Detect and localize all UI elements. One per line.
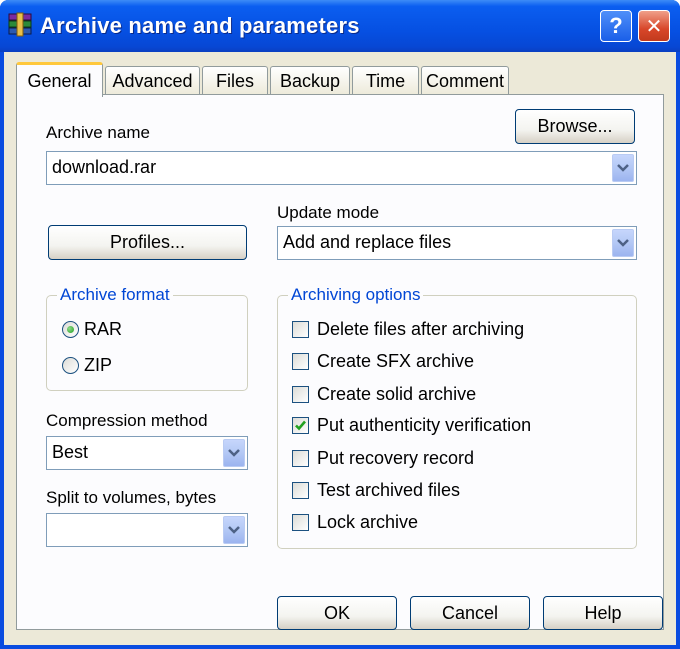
profiles-button[interactable]: Profiles... xyxy=(48,225,247,260)
archive-name-combo[interactable]: download.rar xyxy=(46,151,637,185)
help-button[interactable]: Help xyxy=(543,596,663,630)
checkbox-recovery-record[interactable]: Put recovery record xyxy=(292,448,474,469)
archive-format-title: Archive format xyxy=(57,285,173,305)
compression-method-label: Compression method xyxy=(46,411,208,430)
window-title: Archive name and parameters xyxy=(40,13,360,38)
checkbox-icon[interactable] xyxy=(292,482,309,499)
update-mode-select[interactable]: Add and replace files xyxy=(277,226,637,260)
archiving-options-group: Archiving options Delete files after arc… xyxy=(277,285,637,549)
update-mode-value: Add and replace files xyxy=(283,232,452,252)
chevron-down-icon[interactable] xyxy=(223,439,245,467)
radio-button-icon[interactable] xyxy=(62,321,79,338)
help-icon: ? xyxy=(609,13,623,38)
checkbox-create-sfx[interactable]: Create SFX archive xyxy=(292,351,474,372)
checkmark-icon[interactable] xyxy=(292,417,309,434)
winrar-books-icon xyxy=(8,12,32,37)
chevron-down-icon[interactable] xyxy=(612,154,634,182)
tab-backup[interactable]: Backup xyxy=(270,66,350,96)
checkbox-icon[interactable] xyxy=(292,514,309,531)
tab-general[interactable]: General xyxy=(16,62,103,97)
tab-files[interactable]: Files xyxy=(202,66,268,96)
checkbox-solid-archive[interactable]: Create solid archive xyxy=(292,384,476,405)
radio-zip[interactable]: ZIP xyxy=(62,355,112,376)
title-close-button[interactable]: ✕ xyxy=(638,10,670,42)
general-tab-panel: Archive name Browse... download.rar Upda… xyxy=(16,94,664,630)
checkbox-test-files[interactable]: Test archived files xyxy=(292,480,460,501)
checkbox-icon[interactable] xyxy=(292,450,309,467)
title-help-button[interactable]: ? xyxy=(600,10,632,42)
checkbox-lock-archive[interactable]: Lock archive xyxy=(292,512,418,533)
checkbox-icon[interactable] xyxy=(292,353,309,370)
title-bar[interactable]: Archive name and parameters ? ✕ xyxy=(0,0,680,52)
radio-button-icon[interactable] xyxy=(62,357,79,374)
tab-time[interactable]: Time xyxy=(352,66,419,96)
archive-name-label: Archive name xyxy=(46,123,150,142)
archive-format-group: Archive format RAR ZIP xyxy=(46,285,248,391)
archive-name-value: download.rar xyxy=(52,157,157,177)
split-volumes-combo[interactable] xyxy=(46,513,248,547)
tab-comment[interactable]: Comment xyxy=(421,66,509,96)
ok-button[interactable]: OK xyxy=(277,596,397,630)
checkbox-icon[interactable] xyxy=(292,321,309,338)
split-volumes-label: Split to volumes, bytes xyxy=(46,488,217,507)
radio-rar[interactable]: RAR xyxy=(62,319,122,340)
chevron-down-icon[interactable] xyxy=(223,516,245,544)
tab-advanced[interactable]: Advanced xyxy=(105,66,200,96)
dialog-window: Archive name and parameters ? ✕ General … xyxy=(0,0,680,649)
checkbox-icon[interactable] xyxy=(292,386,309,403)
compression-method-value: Best xyxy=(52,442,89,462)
compression-method-select[interactable]: Best xyxy=(46,436,248,470)
update-mode-label: Update mode xyxy=(277,203,380,222)
cancel-button[interactable]: Cancel xyxy=(410,596,530,630)
dialog-client: General Advanced Files Backup Time Comme… xyxy=(4,52,676,645)
chevron-down-icon[interactable] xyxy=(612,229,634,257)
checkbox-authenticity[interactable]: Put authenticity verification xyxy=(292,415,531,436)
checkbox-delete-files[interactable]: Delete files after archiving xyxy=(292,319,524,340)
close-icon: ✕ xyxy=(645,15,663,38)
archiving-options-title: Archiving options xyxy=(288,285,424,305)
browse-button[interactable]: Browse... xyxy=(515,109,635,144)
